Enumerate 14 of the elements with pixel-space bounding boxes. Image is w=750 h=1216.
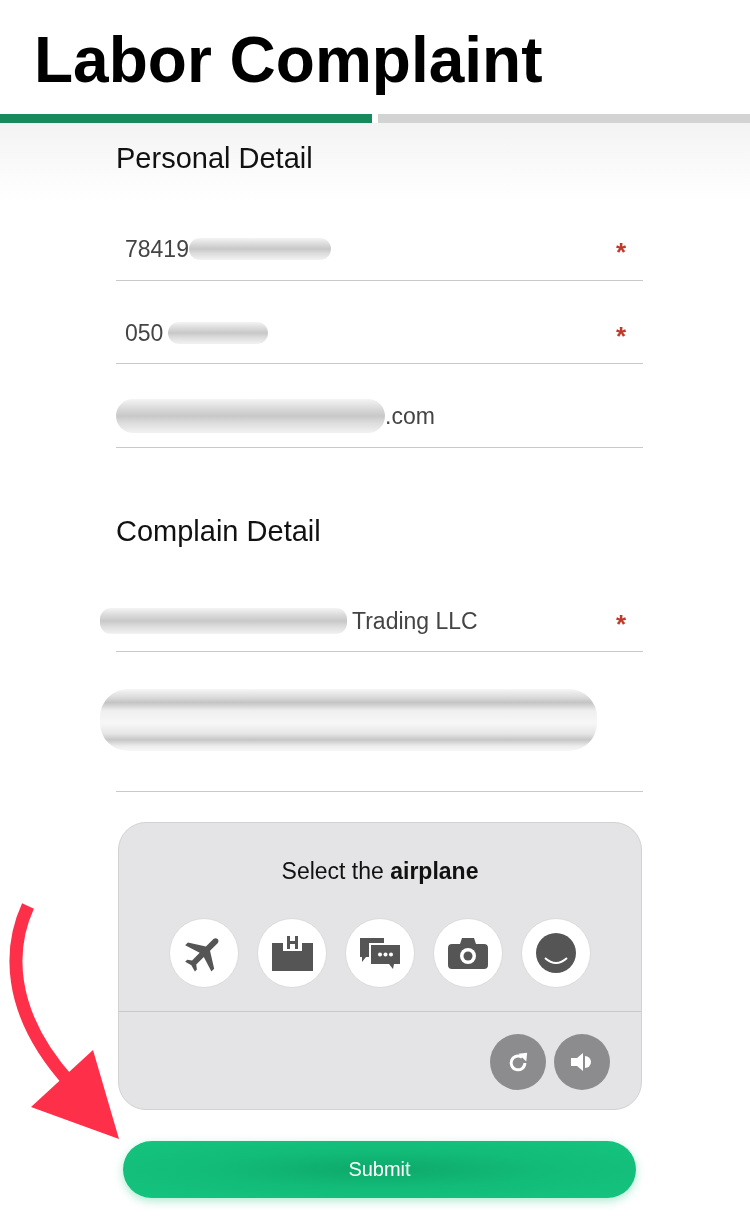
smile-icon — [536, 933, 576, 973]
refresh-button[interactable] — [490, 1034, 546, 1090]
required-mark: * — [615, 607, 626, 635]
required-mark: * — [615, 236, 626, 264]
required-mark: * — [615, 319, 626, 347]
chat-bubbles-icon — [360, 937, 400, 969]
section-heading: Personal Detail — [116, 141, 313, 175]
section-heading: Complain Detail — [116, 513, 321, 548]
speaker-icon — [570, 1051, 594, 1073]
building-icon — [271, 935, 313, 971]
page-title: Labor Complaint — [34, 23, 543, 97]
audio-button[interactable] — [554, 1034, 610, 1090]
camera-icon — [448, 937, 488, 969]
captcha-instruction: Select the airplane — [281, 857, 479, 885]
